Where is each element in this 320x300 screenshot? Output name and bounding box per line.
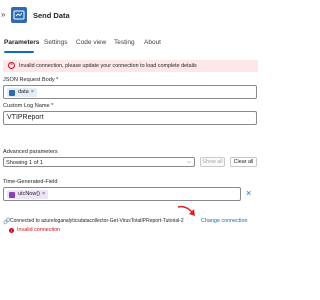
error-banner-text: Invalid connection, please update your c… xyxy=(19,62,197,69)
invalid-connection-text: Invalid connection xyxy=(17,227,61,233)
advanced-params-dropdown[interactable]: Showing 1 of 1 ⌵ xyxy=(3,157,195,167)
json-body-input[interactable]: data × xyxy=(3,85,257,99)
time-field-input[interactable]: utcNow() × xyxy=(3,187,241,201)
data-token[interactable]: data × xyxy=(7,88,37,97)
clear-all-button[interactable]: Clear all xyxy=(230,157,257,167)
utcnow-token-label: utcNow() xyxy=(18,191,41,197)
tab-code-view[interactable]: Code view xyxy=(76,38,106,47)
time-field-label: Time-Generated-Field xyxy=(3,179,58,185)
collapse-panel-icon[interactable]: » xyxy=(1,11,5,19)
connection-name: Connected to azureloganalyticsdatacollec… xyxy=(10,218,184,224)
tab-testing[interactable]: Testing xyxy=(114,38,135,47)
error-circle-icon: × xyxy=(8,62,15,69)
error-banner: × Invalid connection, please update your… xyxy=(3,60,258,72)
connection-row: 🔗 Connected to azureloganalyticsdatacoll… xyxy=(3,217,261,227)
chevron-down-icon: ⌵ xyxy=(187,159,191,165)
dynamic-content-icon xyxy=(9,89,15,96)
data-token-label: data xyxy=(18,89,29,95)
tab-bar: Parameters Settings Code view Testing Ab… xyxy=(0,38,262,54)
remove-parameter-icon[interactable]: × xyxy=(246,187,251,199)
tab-settings[interactable]: Settings xyxy=(44,38,68,47)
change-connection-link[interactable]: Change connection xyxy=(201,218,247,224)
log-name-value: VTIPReport xyxy=(7,114,44,121)
log-name-label: Custom Log Name * xyxy=(3,103,54,109)
advanced-params-selected: Showing 1 of 1 xyxy=(6,159,44,166)
active-tab-indicator xyxy=(4,51,34,53)
utcnow-token[interactable]: utcNow() × xyxy=(7,190,49,199)
action-title[interactable]: Send Data xyxy=(33,11,70,20)
show-all-button[interactable]: Show all xyxy=(200,157,225,167)
azure-monitor-icon xyxy=(11,7,27,23)
error-badge-icon: ! xyxy=(9,228,14,233)
log-name-input[interactable]: VTIPReport xyxy=(3,111,257,125)
token-remove-icon[interactable]: × xyxy=(42,191,45,197)
token-remove-icon[interactable]: × xyxy=(31,89,34,95)
json-body-label: JSON Request Body * xyxy=(3,77,59,83)
expression-icon xyxy=(9,191,15,198)
panel-header: » Send Data xyxy=(0,0,262,32)
advanced-params-label: Advanced parameters xyxy=(3,149,58,155)
tab-about[interactable]: About xyxy=(144,38,161,47)
tab-parameters[interactable]: Parameters xyxy=(4,38,39,47)
